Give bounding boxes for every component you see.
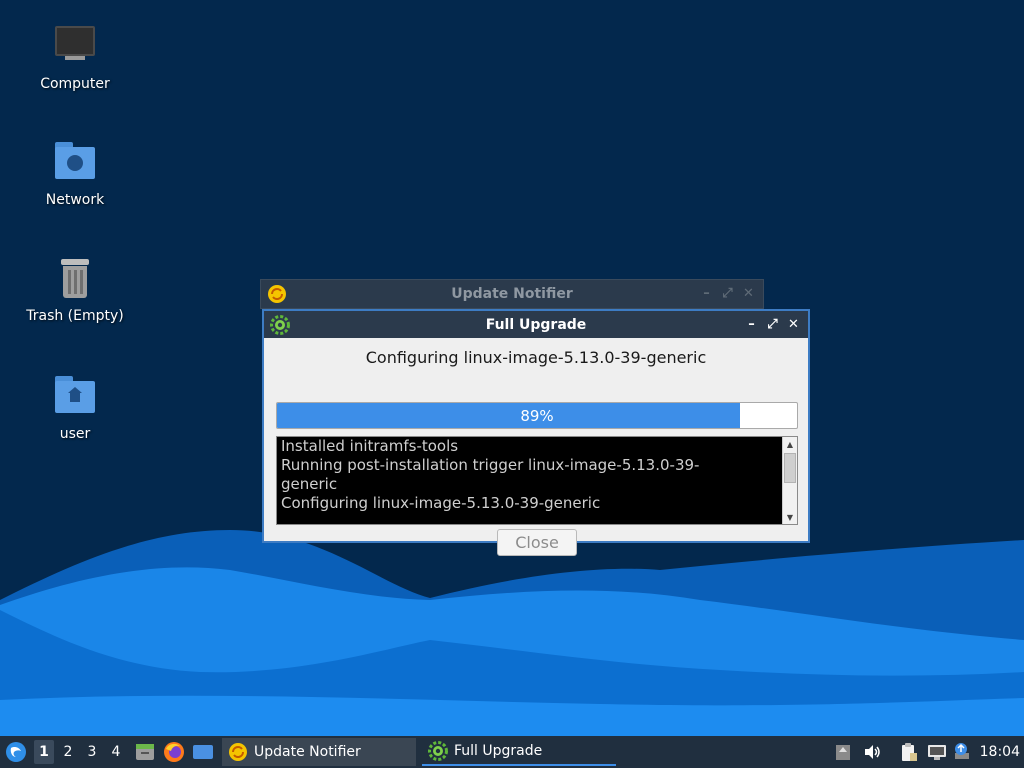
desktop-icon-label: Computer bbox=[40, 76, 110, 92]
updates-tray-button[interactable] bbox=[834, 736, 852, 768]
upload-icon bbox=[955, 743, 969, 759]
desktop-icon-label: user bbox=[59, 426, 91, 442]
desktop: Computer Network Trash (Empty) user Upda… bbox=[0, 0, 1024, 736]
minimize-button[interactable]: – bbox=[698, 283, 715, 303]
trash-icon bbox=[51, 254, 99, 302]
titlebar[interactable]: Full Upgrade – ⤢ ✕ bbox=[264, 311, 808, 338]
home-folder-icon bbox=[51, 372, 99, 420]
close-button[interactable]: ✕ bbox=[740, 283, 757, 303]
window-title: Full Upgrade bbox=[485, 316, 587, 333]
network-button[interactable] bbox=[926, 736, 948, 768]
log-line: Installed initramfs-tools bbox=[281, 437, 459, 455]
log-line: generic bbox=[281, 475, 338, 493]
maximize-button[interactable]: ⤢ bbox=[719, 283, 736, 303]
file-manager-icon bbox=[136, 744, 154, 760]
close-button[interactable]: ✕ bbox=[785, 314, 802, 334]
firefox-launcher[interactable] bbox=[163, 736, 185, 768]
update-notifier-icon bbox=[229, 743, 247, 761]
workspace-1[interactable]: 1 bbox=[34, 740, 54, 764]
dialog-body: Configuring linux-image-5.13.0-39-generi… bbox=[264, 338, 808, 556]
status-text: Configuring linux-image-5.13.0-39-generi… bbox=[365, 348, 707, 367]
clipboard-icon bbox=[902, 743, 917, 761]
show-desktop-icon bbox=[193, 745, 213, 759]
update-notifier-icon bbox=[268, 285, 286, 303]
scroll-thumb[interactable] bbox=[784, 453, 796, 483]
update-notifier-window[interactable]: Update Notifier – ⤢ ✕ bbox=[260, 279, 764, 309]
firefox-icon bbox=[164, 742, 184, 762]
window-title: Update Notifier bbox=[451, 286, 573, 302]
close-dialog-button[interactable]: Close bbox=[497, 529, 577, 556]
workspace-3[interactable]: 3 bbox=[82, 740, 102, 764]
show-desktop-launcher[interactable] bbox=[192, 736, 214, 768]
log-line: Running post-installation trigger linux-… bbox=[281, 456, 700, 474]
network-folder-icon bbox=[51, 138, 99, 186]
log-scrollbar[interactable]: ▲ ▼ bbox=[782, 437, 797, 524]
updates-tray-icon bbox=[836, 745, 850, 760]
scroll-up-icon[interactable]: ▲ bbox=[783, 437, 797, 451]
file-manager-launcher[interactable] bbox=[134, 736, 156, 768]
volume-button[interactable] bbox=[862, 736, 882, 768]
upload-button[interactable] bbox=[952, 736, 972, 768]
full-upgrade-window[interactable]: Full Upgrade – ⤢ ✕ Configuring linux-ima… bbox=[262, 309, 810, 556]
taskbar: 1 2 3 4 Update Notifier Full Upgrade 18:… bbox=[0, 736, 1024, 768]
gear-icon bbox=[270, 315, 290, 335]
log-line: Configuring linux-image-5.13.0-39-generi… bbox=[281, 494, 601, 512]
desktop-icon-computer[interactable]: Computer bbox=[20, 22, 130, 92]
log-output[interactable]: Installed initramfs-tools Running post-i… bbox=[276, 436, 798, 525]
task-full-upgrade[interactable]: Full Upgrade bbox=[422, 738, 616, 766]
desktop-icon-label: Network bbox=[45, 192, 105, 208]
titlebar[interactable]: Update Notifier – ⤢ ✕ bbox=[261, 280, 763, 308]
network-icon bbox=[928, 745, 946, 760]
progress-bar: 89% bbox=[276, 402, 798, 429]
workspace-2[interactable]: 2 bbox=[58, 740, 78, 764]
clipboard-button[interactable] bbox=[898, 736, 920, 768]
minimize-button[interactable]: – bbox=[743, 314, 760, 334]
task-update-notifier[interactable]: Update Notifier bbox=[222, 738, 416, 766]
desktop-icon-label: Trash (Empty) bbox=[26, 308, 124, 324]
task-label: Update Notifier bbox=[254, 744, 361, 760]
computer-icon bbox=[51, 22, 99, 70]
desktop-icon-trash[interactable]: Trash (Empty) bbox=[20, 254, 130, 324]
lubuntu-menu-icon bbox=[6, 742, 26, 762]
app-menu-button[interactable] bbox=[4, 736, 28, 768]
volume-icon bbox=[865, 745, 880, 759]
task-label: Full Upgrade bbox=[454, 743, 543, 759]
progress-label: 89% bbox=[520, 407, 554, 425]
log-lines: Installed initramfs-tools Running post-i… bbox=[281, 437, 779, 513]
gear-icon bbox=[428, 741, 448, 761]
clock[interactable]: 18:04 bbox=[980, 736, 1020, 768]
desktop-icon-network[interactable]: Network bbox=[20, 138, 130, 208]
workspace-4[interactable]: 4 bbox=[106, 740, 126, 764]
scroll-down-icon[interactable]: ▼ bbox=[783, 510, 797, 524]
desktop-icon-user[interactable]: user bbox=[20, 372, 130, 442]
maximize-button[interactable]: ⤢ bbox=[764, 314, 781, 334]
